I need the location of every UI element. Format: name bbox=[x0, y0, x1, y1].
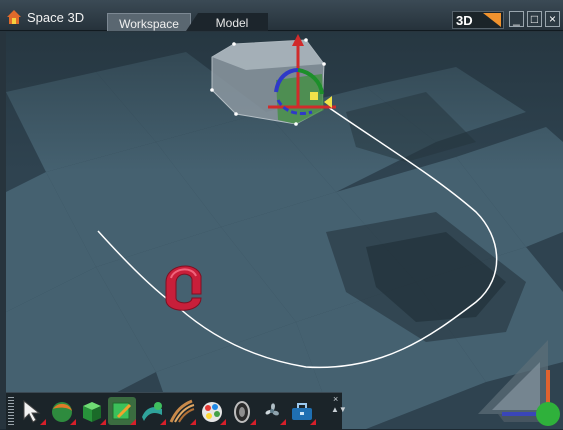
space3d-window: Space 3D Workspace Model 3D _ □ × × ▲▼ bbox=[0, 0, 563, 430]
extrude-tool-button[interactable] bbox=[138, 397, 166, 425]
navigation-cube[interactable] bbox=[478, 340, 563, 429]
tab-workspace[interactable]: Workspace bbox=[107, 13, 191, 31]
minimize-button[interactable]: _ bbox=[509, 11, 524, 27]
fan-tool-button[interactable] bbox=[258, 397, 286, 425]
corner-flag-icon bbox=[483, 13, 501, 27]
cube-tool-button[interactable] bbox=[78, 397, 106, 425]
toolbar-grip[interactable] bbox=[8, 397, 14, 425]
paint-tool-button[interactable] bbox=[198, 397, 226, 425]
sweep-tool-button[interactable] bbox=[168, 397, 196, 425]
tire-tool-button[interactable] bbox=[228, 397, 256, 425]
close-button[interactable]: × bbox=[545, 11, 560, 27]
app-title: Space 3D bbox=[27, 10, 85, 25]
tab-model[interactable]: Model bbox=[186, 13, 268, 31]
title-bar: Space 3D Workspace Model 3D _ □ × bbox=[0, 0, 563, 31]
view-mode-label: 3D bbox=[456, 13, 473, 28]
toolbar-scroll-arrows[interactable]: ▲▼ bbox=[331, 406, 347, 428]
axis-y-icon bbox=[536, 402, 560, 426]
toolbox-tool-button[interactable] bbox=[288, 397, 316, 425]
maximize-button[interactable]: □ bbox=[527, 11, 542, 27]
home-icon[interactable] bbox=[6, 9, 22, 25]
box-edit-tool-button[interactable] bbox=[108, 397, 136, 425]
toolbar-close-button[interactable]: × bbox=[333, 395, 338, 404]
tools-toolbar: × ▲▼ bbox=[6, 392, 347, 430]
sphere-tool-button[interactable] bbox=[48, 397, 76, 425]
view-mode-3d-button[interactable]: 3D bbox=[452, 11, 504, 29]
select-tool-button[interactable] bbox=[18, 397, 46, 425]
